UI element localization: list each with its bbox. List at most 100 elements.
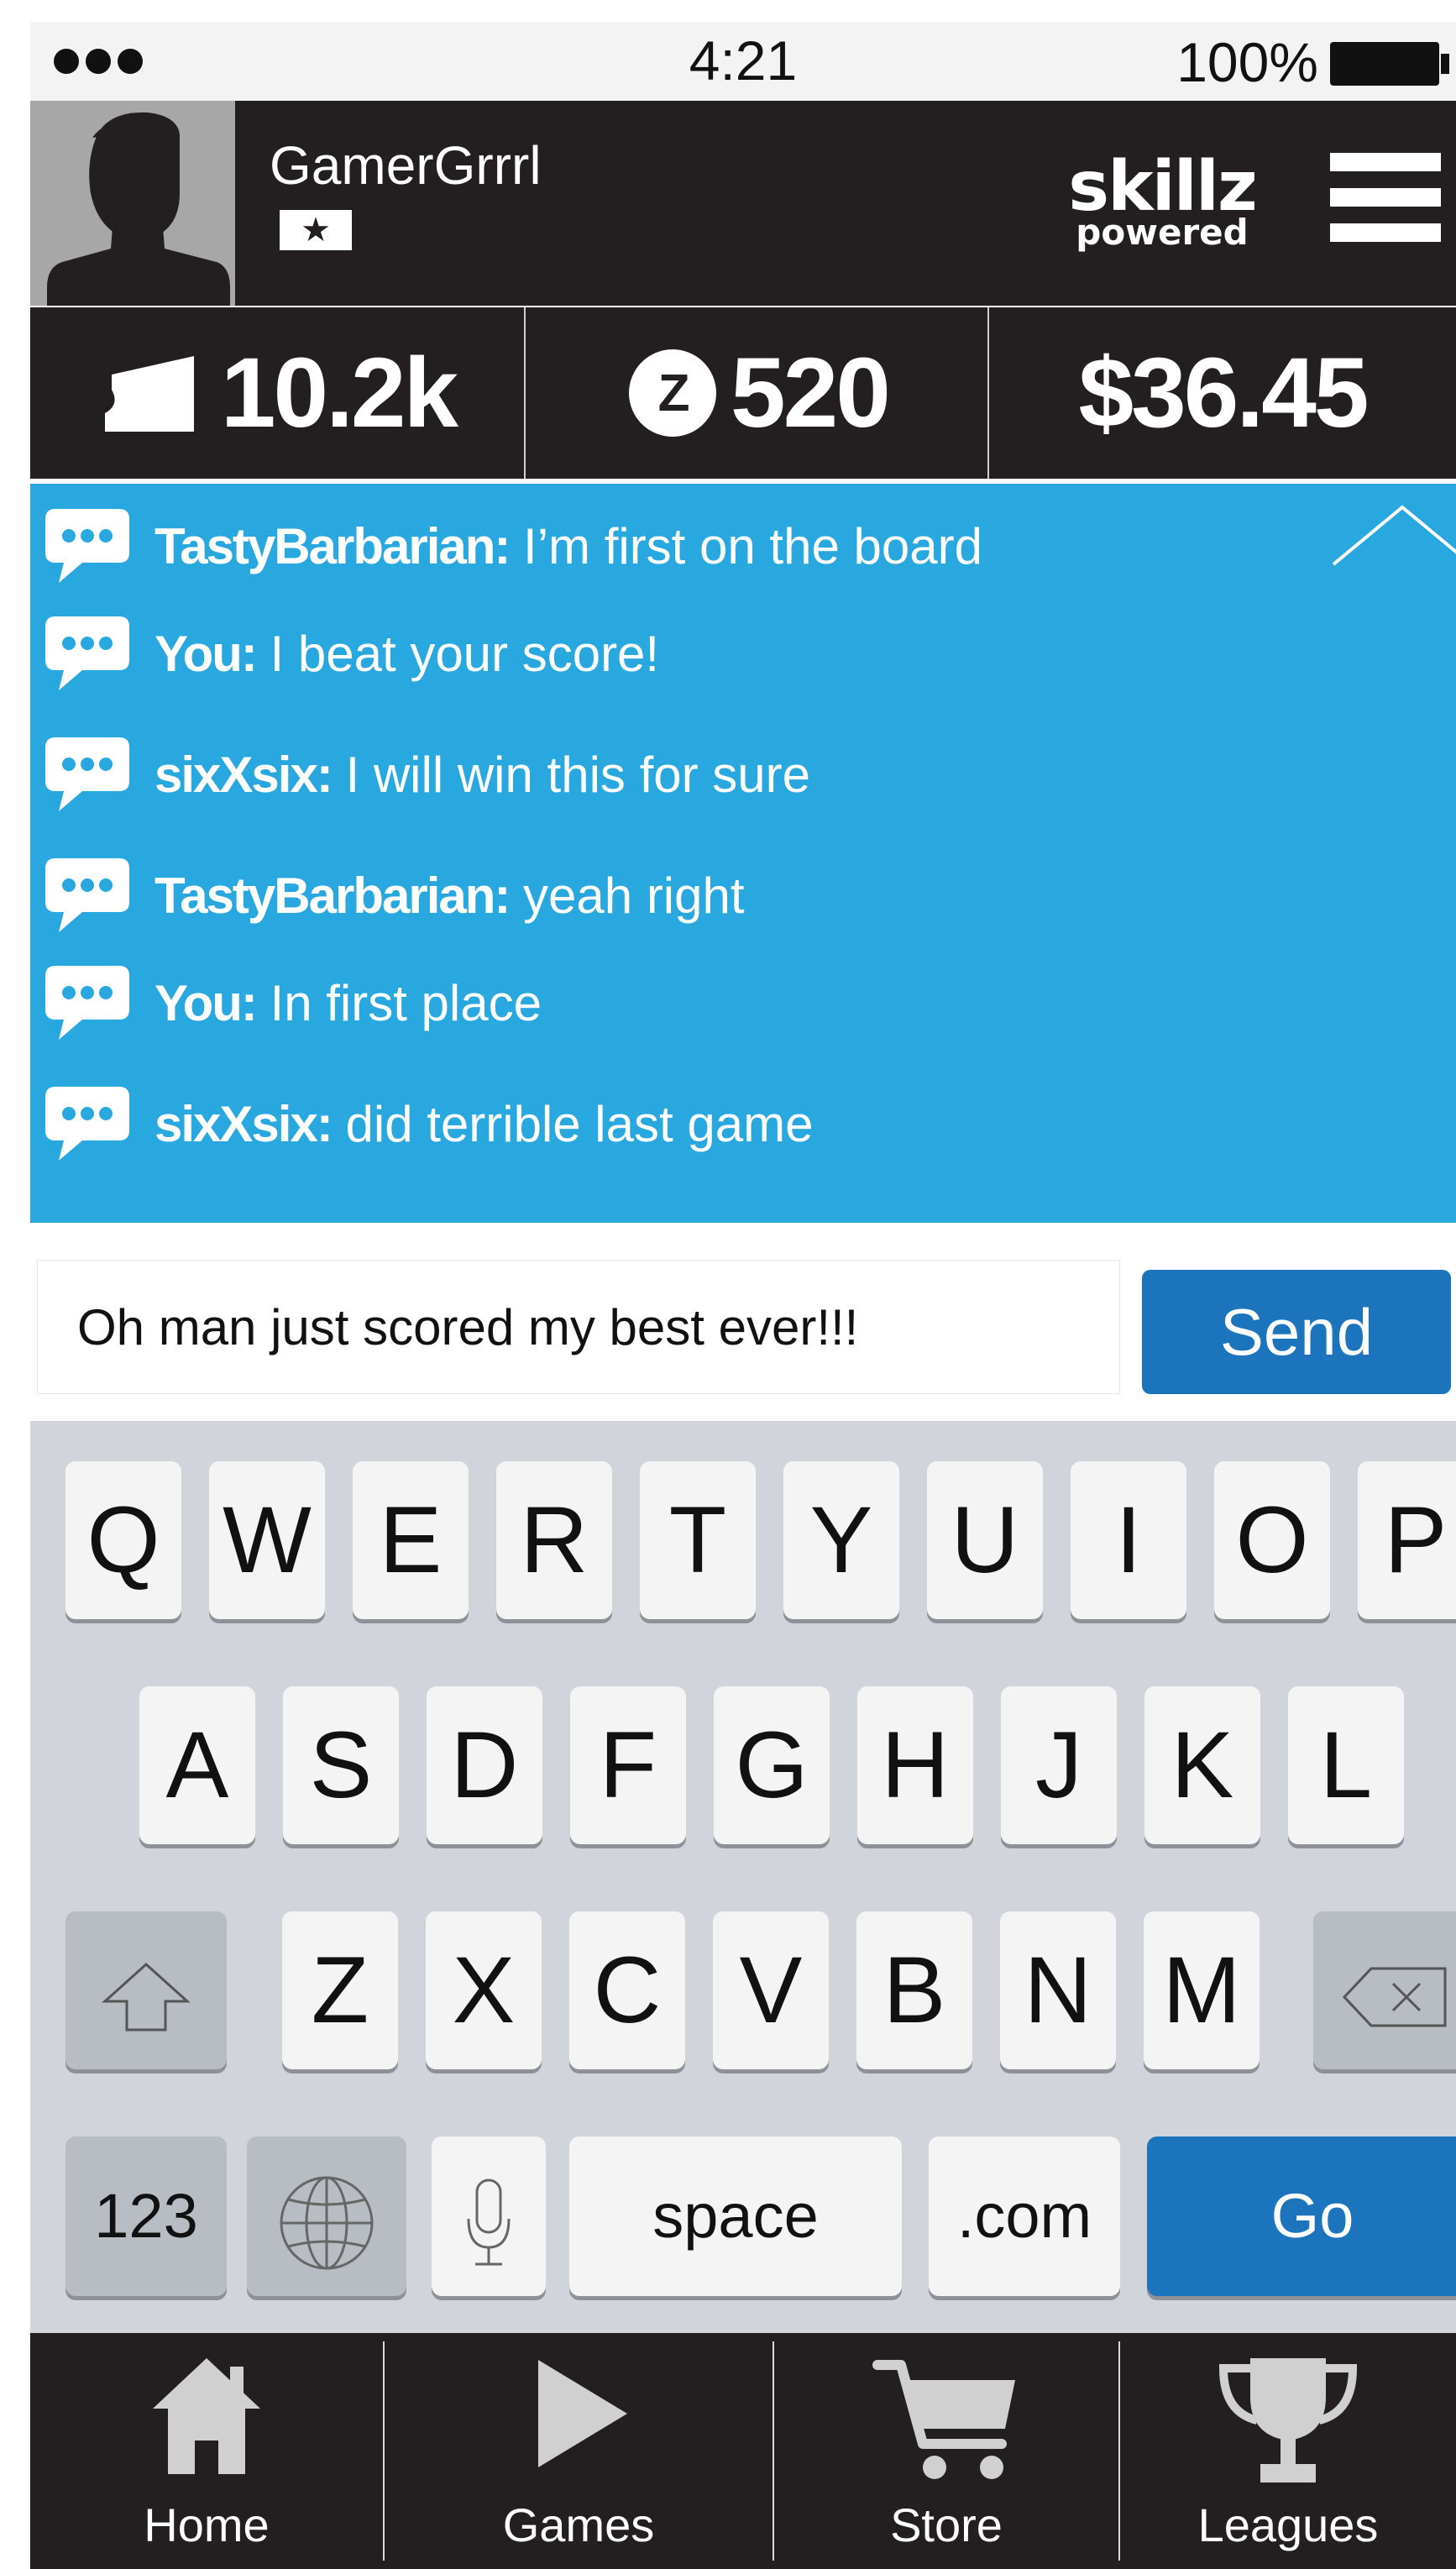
tab-games-label: Games bbox=[502, 2498, 655, 2551]
chat-sender[interactable]: You: bbox=[155, 975, 258, 1031]
chat-panel: TastyBarbarian: I’m first on the board Yo… bbox=[30, 484, 1456, 1223]
key-p[interactable]: P bbox=[1358, 1461, 1456, 1619]
key-w[interactable]: W bbox=[209, 1461, 325, 1619]
chat-message-text: sixXsix: did terrible last game bbox=[155, 1095, 813, 1153]
battery-percent: 100% bbox=[1176, 31, 1318, 93]
chat-message-text: TastyBarbarian: I’m first on the board bbox=[155, 517, 982, 575]
key-m[interactable]: M bbox=[1144, 1911, 1260, 2069]
microphone-key[interactable] bbox=[432, 2136, 546, 2296]
chat-message: TastyBarbarian: I’m first on the board bbox=[44, 504, 982, 588]
user-silhouette-icon bbox=[47, 112, 230, 306]
z-coin-balance[interactable]: Z 520 bbox=[526, 307, 989, 479]
chat-message: TastyBarbarian: yeah right bbox=[44, 853, 745, 937]
skillz-logo: skillz powered bbox=[1053, 153, 1271, 250]
chat-bubble-icon bbox=[44, 734, 131, 815]
key-l[interactable]: L bbox=[1288, 1686, 1404, 1844]
chat-sender[interactable]: TastyBarbarian: bbox=[155, 518, 511, 574]
on-screen-keyboard: Q W E R T Y U I O P A S D F G H J K L Z X C V B N M 123 space .com Go bbox=[30, 1421, 1456, 2333]
chat-body: In first place bbox=[255, 974, 542, 1031]
ticket-value: 10.2k bbox=[220, 338, 458, 448]
go-key[interactable]: Go bbox=[1147, 2136, 1456, 2296]
tab-store-label: Store bbox=[890, 2498, 1003, 2551]
numbers-key[interactable]: 123 bbox=[65, 2136, 227, 2296]
globe-key[interactable] bbox=[247, 2136, 406, 2296]
microphone-icon bbox=[467, 2178, 511, 2266]
tab-home[interactable]: Home bbox=[30, 2333, 383, 2569]
dotcom-key[interactable]: .com bbox=[929, 2136, 1120, 2296]
chat-bubble-icon bbox=[44, 613, 131, 694]
chat-sender[interactable]: sixXsix: bbox=[155, 1096, 333, 1152]
chat-body: did terrible last game bbox=[331, 1095, 814, 1152]
key-b[interactable]: B bbox=[856, 1911, 972, 2069]
chat-bubble-icon bbox=[44, 1083, 131, 1164]
key-u[interactable]: U bbox=[927, 1461, 1043, 1619]
shift-key[interactable] bbox=[65, 1911, 227, 2069]
key-n[interactable]: N bbox=[1000, 1911, 1116, 2069]
z-coin-icon: Z bbox=[629, 349, 717, 437]
hamburger-menu-icon[interactable] bbox=[1330, 153, 1441, 242]
chat-bubble-icon bbox=[44, 855, 131, 936]
key-j[interactable]: J bbox=[1001, 1686, 1117, 1844]
ticket-balance[interactable]: 10.2k bbox=[30, 307, 526, 479]
chat-sender[interactable]: TastyBarbarian: bbox=[155, 868, 511, 924]
key-v[interactable]: V bbox=[713, 1911, 829, 2069]
trophy-icon bbox=[1218, 2358, 1358, 2482]
cash-balance[interactable]: $36.45 bbox=[989, 307, 1456, 479]
tab-leagues[interactable]: Leagues bbox=[1120, 2333, 1456, 2569]
z-coin-value: 520 bbox=[731, 338, 891, 448]
chat-sender[interactable]: You: bbox=[155, 626, 258, 682]
tab-store[interactable]: Store bbox=[774, 2333, 1118, 2569]
key-z[interactable]: Z bbox=[282, 1911, 398, 2069]
key-r[interactable]: R bbox=[496, 1461, 612, 1619]
battery-icon bbox=[1330, 42, 1449, 86]
key-y[interactable]: Y bbox=[783, 1461, 899, 1619]
key-x[interactable]: X bbox=[426, 1911, 542, 2069]
cash-value: $36.45 bbox=[1078, 338, 1370, 448]
chat-message: sixXsix: did terrible last game bbox=[44, 1082, 813, 1166]
message-input[interactable] bbox=[37, 1260, 1120, 1394]
cart-icon bbox=[872, 2360, 1015, 2479]
key-i[interactable]: I bbox=[1071, 1461, 1186, 1619]
username: GamerGrrrl bbox=[270, 135, 542, 196]
chat-sender[interactable]: sixXsix: bbox=[155, 747, 333, 803]
chat-body: I will win this for sure bbox=[331, 746, 810, 803]
tab-home-label: Home bbox=[144, 2498, 270, 2551]
bottom-tab-bar: Home Games Store Leagues bbox=[30, 2333, 1456, 2569]
chat-message-text: sixXsix: I will win this for sure bbox=[155, 746, 810, 804]
chat-body: I’m first on the board bbox=[509, 517, 982, 574]
avatar[interactable] bbox=[30, 101, 235, 306]
z-coin-letter: Z bbox=[658, 364, 689, 422]
tab-games[interactable]: Games bbox=[385, 2333, 773, 2569]
chat-body: yeah right bbox=[509, 867, 745, 924]
chevron-up-icon[interactable] bbox=[1330, 501, 1456, 576]
chat-bubble-icon bbox=[44, 962, 131, 1043]
space-key[interactable]: space bbox=[569, 2136, 902, 2296]
ticket-icon bbox=[104, 356, 194, 432]
chat-message-text: TastyBarbarian: yeah right bbox=[155, 867, 745, 925]
message-composer: Send bbox=[30, 1223, 1456, 1421]
backspace-key[interactable] bbox=[1313, 1911, 1456, 2069]
key-e[interactable]: E bbox=[353, 1461, 469, 1619]
chat-message-text: You: In first place bbox=[155, 974, 542, 1032]
globe-icon bbox=[280, 2176, 374, 2270]
key-d[interactable]: D bbox=[427, 1686, 542, 1844]
key-o[interactable]: O bbox=[1214, 1461, 1330, 1619]
key-g[interactable]: G bbox=[714, 1686, 830, 1844]
chat-bubble-icon bbox=[44, 506, 131, 586]
key-a[interactable]: A bbox=[139, 1686, 255, 1844]
status-bar: 4:21 100% bbox=[30, 22, 1456, 101]
send-button[interactable]: Send bbox=[1142, 1270, 1451, 1394]
backspace-icon bbox=[1342, 1967, 1447, 2027]
key-q[interactable]: Q bbox=[65, 1461, 181, 1619]
key-t[interactable]: T bbox=[640, 1461, 756, 1619]
logo-line2: powered bbox=[1076, 212, 1249, 253]
key-c[interactable]: C bbox=[569, 1911, 685, 2069]
stats-bar: 10.2k Z 520 $36.45 bbox=[30, 307, 1456, 479]
chat-message: sixXsix: I will win this for sure bbox=[44, 732, 810, 816]
home-icon bbox=[153, 2358, 260, 2474]
key-f[interactable]: F bbox=[570, 1686, 686, 1844]
key-h[interactable]: H bbox=[857, 1686, 973, 1844]
key-s[interactable]: S bbox=[283, 1686, 399, 1844]
key-k[interactable]: K bbox=[1144, 1686, 1260, 1844]
chat-message: You: I beat your score! bbox=[44, 611, 659, 695]
